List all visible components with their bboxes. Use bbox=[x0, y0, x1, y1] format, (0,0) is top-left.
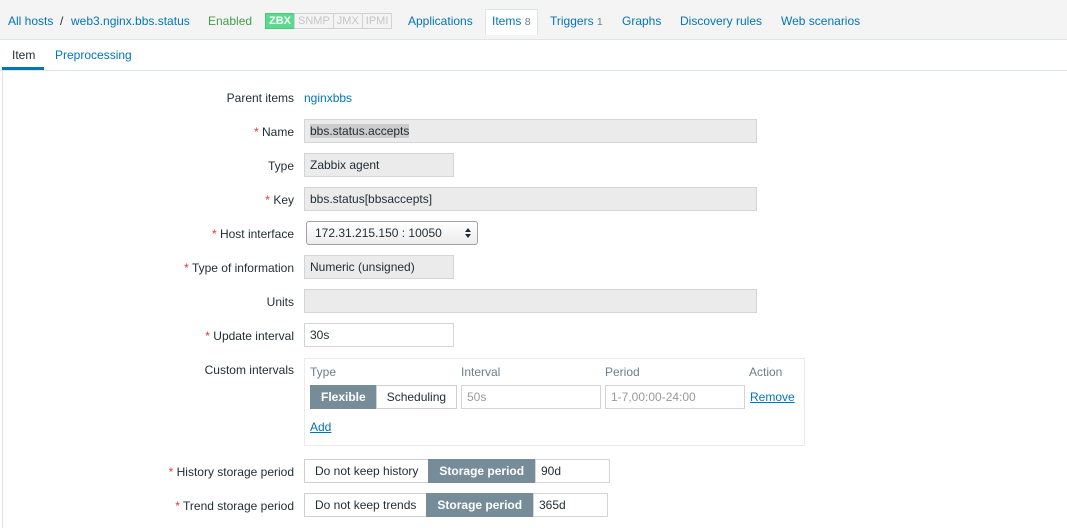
breadcrumb-separator: / bbox=[60, 14, 64, 28]
col-interval-header: Interval bbox=[461, 365, 501, 379]
history-storage-period-option[interactable]: Storage period bbox=[428, 459, 536, 483]
host-interface-select[interactable]: 172.31.215.150 : 10050 bbox=[306, 221, 478, 245]
host-link[interactable]: web3.nginx.bbs.status bbox=[71, 14, 190, 28]
key-label: Key bbox=[265, 193, 294, 207]
jmx-availability-badge: JMX bbox=[332, 13, 363, 29]
flexible-option[interactable]: Flexible bbox=[310, 385, 377, 409]
update-interval-label: Update interval bbox=[205, 329, 294, 343]
all-hosts-link[interactable]: All hosts bbox=[8, 14, 53, 28]
units-label: Units bbox=[266, 295, 294, 309]
ipmi-availability-badge: IPMI bbox=[361, 13, 393, 29]
host-interface-value: 172.31.215.150 : 10050 bbox=[315, 226, 442, 240]
col-action-header: Action bbox=[749, 365, 783, 379]
tab-item[interactable]: Item bbox=[12, 48, 35, 62]
active-tab-indicator bbox=[2, 67, 44, 70]
col-period-header: Period bbox=[605, 365, 640, 379]
triggers-link-label: Triggers bbox=[550, 14, 594, 28]
items-tab-label: Items bbox=[492, 14, 522, 28]
key-field[interactable]: bbs.status[bbsaccepts] bbox=[304, 187, 757, 211]
trend-storage-toggle: Do not keep trends Storage period bbox=[304, 493, 534, 517]
type-of-information-label: Type of information bbox=[184, 261, 294, 275]
history-storage-label: History storage period bbox=[169, 465, 294, 479]
type-of-information-field[interactable]: Numeric (unsigned) bbox=[304, 255, 454, 279]
trend-storage-label: Trend storage period bbox=[175, 499, 294, 513]
col-type-header: Type bbox=[310, 365, 337, 379]
type-label: Type bbox=[267, 159, 294, 173]
type-field[interactable]: Zabbix agent bbox=[304, 153, 454, 177]
web-scenarios-link[interactable]: Web scenarios bbox=[781, 14, 860, 28]
graphs-link[interactable]: Graphs bbox=[622, 14, 661, 28]
period-input[interactable]: 1-7,00:00-24:00 bbox=[605, 385, 745, 409]
host-interface-label: Host interface bbox=[212, 227, 294, 241]
triggers-link[interactable]: Triggers 1 bbox=[550, 14, 603, 28]
history-storage-toggle: Do not keep history Storage period bbox=[304, 459, 536, 483]
interval-input[interactable]: 50s bbox=[461, 385, 601, 409]
host-status-enabled[interactable]: Enabled bbox=[208, 14, 252, 28]
add-interval-link[interactable]: Add bbox=[310, 420, 331, 434]
parent-items-label: Parent items bbox=[226, 91, 294, 105]
trend-do-not-keep-option[interactable]: Do not keep trends bbox=[304, 493, 428, 517]
availability-badges: ZBX SNMP JMX IPMI bbox=[265, 13, 393, 29]
custom-intervals-table: Type Interval Period Action Flexible Sch… bbox=[304, 358, 805, 446]
items-tab[interactable]: Items 8 bbox=[485, 9, 538, 35]
custom-intervals-label: Custom intervals bbox=[204, 363, 294, 377]
tab-preprocessing[interactable]: Preprocessing bbox=[55, 48, 132, 62]
zbx-availability-badge: ZBX bbox=[265, 13, 295, 29]
discovery-rules-link[interactable]: Discovery rules bbox=[680, 14, 762, 28]
parent-item-link[interactable]: nginxbbs bbox=[304, 91, 352, 105]
name-label: Name bbox=[254, 125, 294, 139]
remove-interval-link[interactable]: Remove bbox=[750, 390, 795, 404]
trend-storage-period-option[interactable]: Storage period bbox=[426, 493, 534, 517]
history-period-input[interactable]: 90d bbox=[535, 459, 610, 483]
update-interval-input[interactable]: 30s bbox=[304, 323, 454, 347]
applications-link[interactable]: Applications bbox=[408, 14, 473, 28]
units-field[interactable] bbox=[304, 289, 757, 313]
select-arrows-icon bbox=[465, 228, 471, 238]
scheduling-option[interactable]: Scheduling bbox=[375, 385, 458, 409]
interval-type-toggle: Flexible Scheduling bbox=[310, 385, 458, 409]
host-navigation-bar: All hosts / web3.nginx.bbs.status Enable… bbox=[0, 0, 1067, 40]
items-count: 8 bbox=[524, 16, 531, 28]
history-do-not-keep-option[interactable]: Do not keep history bbox=[304, 459, 430, 483]
triggers-count: 1 bbox=[596, 16, 603, 28]
snmp-availability-badge: SNMP bbox=[294, 13, 334, 29]
name-field[interactable]: bbs.status.accepts bbox=[304, 119, 757, 143]
trend-period-input[interactable]: 365d bbox=[533, 493, 608, 517]
name-value: bbs.status.accepts bbox=[310, 124, 410, 138]
form-tabs: Item Preprocessing bbox=[0, 40, 1067, 71]
